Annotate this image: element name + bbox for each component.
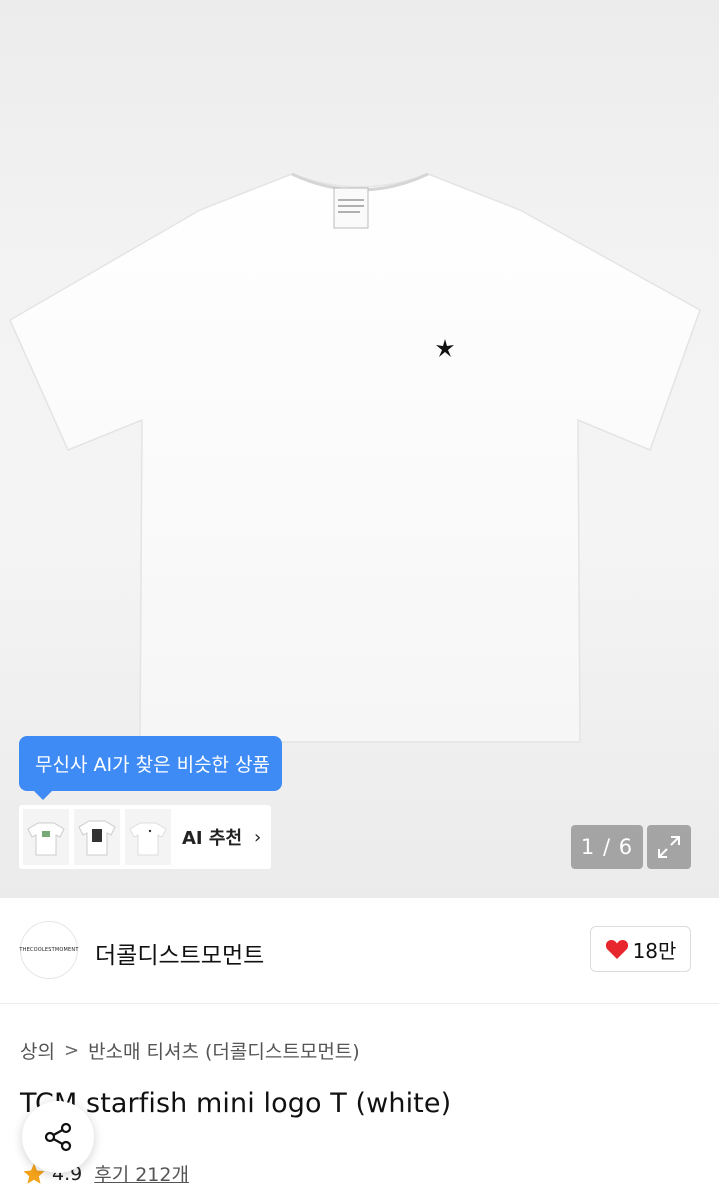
ai-thumbnail-3[interactable] bbox=[125, 809, 171, 865]
ai-bubble-text: 무신사 AI가 찾은 비슷한 상품 bbox=[35, 754, 271, 776]
like-count: 18만 bbox=[632, 938, 677, 963]
product-image bbox=[9, 172, 701, 743]
image-counter: 1 / 6 bbox=[571, 825, 643, 869]
share-button[interactable] bbox=[22, 1101, 94, 1173]
product-image-gallery[interactable]: 무신사 AI가 찾은 비슷한 상품 AI 추천 › 1 / 6 bbox=[0, 0, 719, 898]
brand-logo[interactable]: THECOOLESTMOMENT bbox=[19, 921, 79, 979]
ai-recommend-link[interactable]: AI 추천 › bbox=[182, 824, 261, 850]
brand-logo-text: THECOOLESTMOMENT bbox=[19, 947, 79, 953]
brand-name[interactable]: 더콜디스트모먼트 bbox=[95, 936, 264, 970]
share-icon bbox=[44, 1122, 72, 1152]
reviews-link[interactable]: 후기 212개 bbox=[94, 1160, 189, 1187]
expand-button[interactable] bbox=[647, 825, 691, 869]
heart-icon bbox=[605, 939, 628, 959]
breadcrumb: 상의 > 반소매 티셔츠 (더콜디스트모먼트) bbox=[20, 1037, 360, 1064]
ai-thumbnail-2[interactable] bbox=[74, 809, 120, 865]
ai-recommend-card[interactable]: AI 추천 › bbox=[19, 805, 271, 869]
ai-thumbnail-1[interactable] bbox=[23, 809, 69, 865]
ai-recommend-label: AI 추천 bbox=[182, 828, 243, 849]
breadcrumb-item-category[interactable]: 상의 bbox=[20, 1037, 55, 1064]
like-button[interactable]: 18만 bbox=[590, 926, 691, 972]
ai-similar-products-tooltip[interactable]: 무신사 AI가 찾은 비슷한 상품 bbox=[19, 736, 282, 800]
expand-icon bbox=[658, 836, 680, 858]
brand-row: THECOOLESTMOMENT 더콜디스트모먼트 18만 bbox=[0, 898, 719, 1004]
chevron-right-icon: › bbox=[254, 826, 262, 848]
breadcrumb-separator: > bbox=[63, 1040, 80, 1061]
breadcrumb-item-subcategory[interactable]: 반소매 티셔츠 (더콜디스트모먼트) bbox=[88, 1037, 360, 1064]
